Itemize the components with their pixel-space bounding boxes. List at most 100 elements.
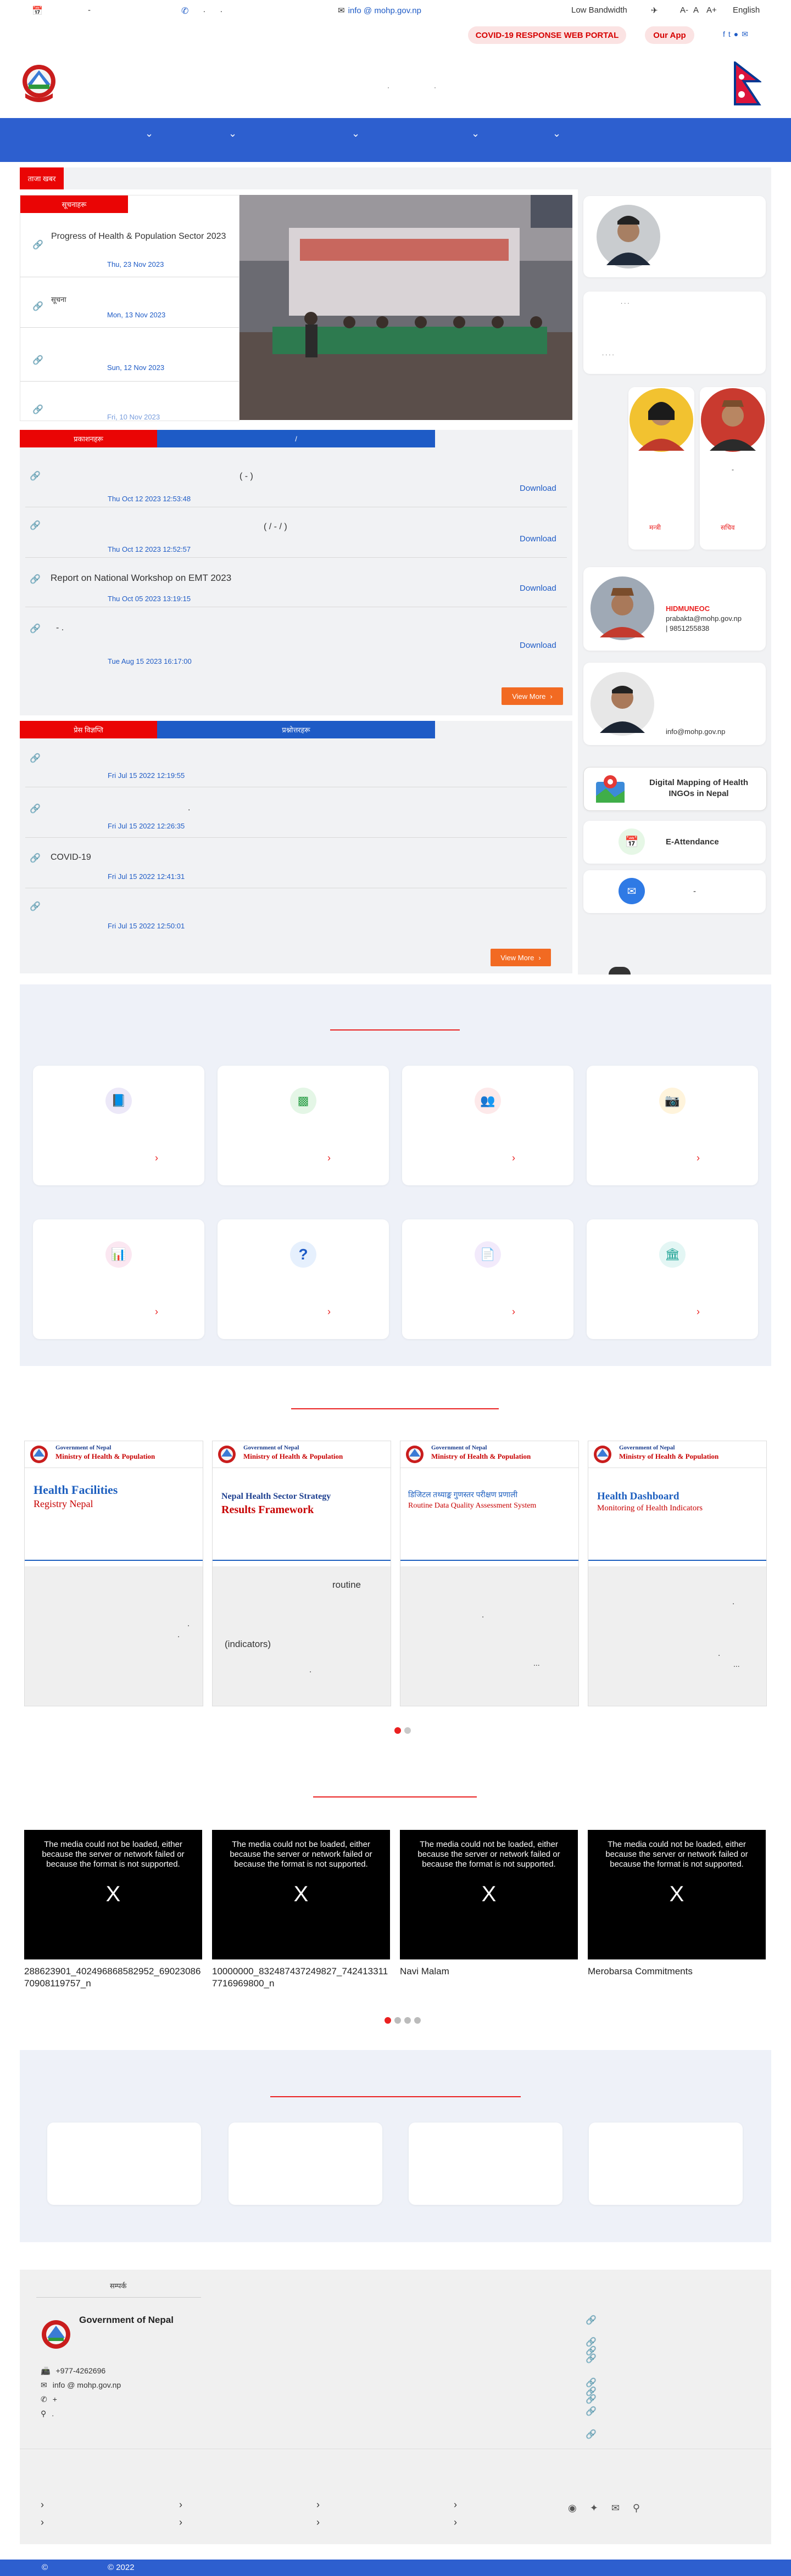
mail-link[interactable]: ✉ -: [583, 870, 766, 913]
footer-link-icon[interactable]: 🔗: [586, 2429, 597, 2440]
font-decrease-button[interactable]: A-: [680, 5, 688, 15]
video-title[interactable]: Merobarsa Commitments: [588, 1965, 766, 1978]
publications-tab[interactable]: प्रकाशनहरू: [20, 430, 157, 447]
footer-nav-chevron[interactable]: ›: [41, 2517, 44, 2528]
carousel-dot-active[interactable]: [385, 2017, 391, 2024]
download-link[interactable]: Download: [520, 641, 556, 650]
view-more-button[interactable]: View More ›: [491, 949, 551, 966]
service-card[interactable]: 📄 ›: [402, 1219, 573, 1339]
video-title[interactable]: 288623901_402496868582952_69023086709081…: [24, 1965, 202, 1990]
nav-dropdown-5[interactable]: ⌄: [553, 128, 561, 139]
video-player[interactable]: The media could not be loaded, either be…: [24, 1830, 202, 1959]
nav-dropdown-3[interactable]: ⌄: [352, 128, 360, 139]
footer-nav-chevron[interactable]: ›: [179, 2499, 182, 2511]
screen-reader-icon[interactable]: ✈: [651, 5, 658, 15]
mail-icon[interactable]: ✉: [742, 30, 751, 38]
digital-mapping-link[interactable]: Digital Mapping of Health INGOs in Nepal: [583, 767, 767, 811]
copyright-bar: © © 2022: [0, 2560, 791, 2576]
building-icon: 🏛: [659, 1241, 686, 1268]
download-link[interactable]: Download: [520, 484, 556, 493]
close-icon[interactable]: X: [588, 1882, 766, 1907]
close-icon[interactable]: X: [400, 1882, 578, 1907]
footer-email[interactable]: ✉ info @ mohp.gov.np: [41, 2381, 121, 2390]
reports-tab[interactable]: /: [157, 430, 435, 447]
carousel-dot[interactable]: [414, 2017, 421, 2024]
facebook-icon[interactable]: ◉: [568, 2502, 577, 2514]
language-toggle[interactable]: English: [733, 5, 760, 15]
portal-description: . .: [25, 1566, 203, 1706]
notice-title[interactable]: सूचना: [51, 294, 66, 304]
email-link[interactable]: ✉ info @ mohp.gov.np: [338, 5, 421, 16]
footer-nav-chevron[interactable]: ›: [41, 2499, 44, 2511]
nav-dropdown-2[interactable]: ⌄: [229, 128, 237, 139]
twitter-icon[interactable]: ✦: [590, 2502, 598, 2514]
mail-icon[interactable]: ✉: [611, 2502, 620, 2514]
e-attendance-link[interactable]: 📅 E-Attendance: [583, 821, 766, 864]
video-player[interactable]: The media could not be loaded, either be…: [400, 1830, 578, 1959]
footer-link-icon[interactable]: 🔗: [586, 2315, 597, 2326]
link-card[interactable]: [589, 2123, 743, 2205]
download-link[interactable]: Download: [520, 534, 556, 544]
service-card[interactable]: ? ›: [218, 1219, 389, 1339]
spokesperson-email[interactable]: info@mohp.gov.np: [666, 727, 725, 736]
our-app-button[interactable]: Our App: [645, 26, 694, 44]
video-player[interactable]: The media could not be loaded, either be…: [212, 1830, 390, 1959]
info-officer-email[interactable]: prabakta@mohp.gov.np: [666, 614, 742, 623]
footer-link-icon[interactable]: 🔗: [586, 2406, 597, 2417]
notice-tab[interactable]: सूचनाहरू: [20, 195, 128, 213]
link-card[interactable]: [409, 2123, 562, 2205]
nav-dropdown-1[interactable]: ⌄: [145, 128, 153, 139]
service-card[interactable]: 🏛 ›: [587, 1219, 758, 1339]
link-card[interactable]: [229, 2123, 382, 2205]
location-icon[interactable]: ●: [734, 30, 742, 38]
link-card[interactable]: [47, 2123, 201, 2205]
close-icon[interactable]: X: [24, 1882, 202, 1907]
service-card[interactable]: 📘 ›: [33, 1066, 204, 1185]
video-player[interactable]: The media could not be loaded, either be…: [588, 1830, 766, 1959]
portal-card[interactable]: Government of Nepal Ministry of Health &…: [24, 1441, 203, 1706]
press-title[interactable]: .: [188, 803, 190, 813]
portal-card[interactable]: Government of Nepal Ministry of Health &…: [400, 1441, 579, 1706]
footer-link-icon[interactable]: 🔗: [586, 2353, 597, 2364]
footer-nav-chevron[interactable]: ›: [179, 2517, 182, 2528]
nav-dropdown-4[interactable]: ⌄: [471, 128, 480, 139]
footer-nav-chevron[interactable]: ›: [316, 2499, 320, 2511]
twitter-icon[interactable]: t: [728, 30, 734, 38]
news-ticker: ताजा खबर: [20, 167, 771, 189]
footer-nav-chevron[interactable]: ›: [454, 2517, 457, 2528]
press-release-tab[interactable]: प्रेस विज्ञप्ति: [20, 721, 157, 738]
close-icon[interactable]: X: [212, 1882, 390, 1907]
location-icon[interactable]: ⚲: [633, 2502, 640, 2514]
publication-title[interactable]: - .: [56, 623, 64, 633]
download-link[interactable]: Download: [520, 584, 556, 593]
publication-title[interactable]: Report on National Workshop on EMT 2023: [51, 573, 231, 584]
video-title[interactable]: Navi Malam: [400, 1965, 578, 1978]
service-card[interactable]: ▩ ›: [218, 1066, 389, 1185]
carousel-dot[interactable]: [394, 2017, 401, 2024]
publication-title[interactable]: ( / - / ): [264, 522, 287, 532]
faq-tab[interactable]: प्रश्नोत्तरहरू: [157, 721, 435, 738]
partial-icon: [609, 967, 631, 975]
press-title[interactable]: COVID-19: [51, 853, 91, 863]
footer-nav-chevron[interactable]: ›: [316, 2517, 320, 2528]
low-bandwidth-button[interactable]: Low Bandwidth: [571, 5, 627, 15]
facebook-icon[interactable]: f: [723, 30, 728, 38]
notice-title[interactable]: Progress of Health & Population Sector 2…: [51, 231, 227, 243]
carousel-dot[interactable]: [404, 1727, 411, 1734]
footer-link-icon[interactable]: 🔗: [586, 2394, 597, 2405]
video-title[interactable]: 10000000_832487437249827_742413311771696…: [212, 1965, 390, 1990]
service-card[interactable]: 📊 ›: [33, 1219, 204, 1339]
portal-card[interactable]: Government of Nepal Ministry of Health &…: [212, 1441, 391, 1706]
view-more-button[interactable]: View More ›: [502, 687, 563, 705]
publication-title[interactable]: ( - ): [239, 472, 253, 481]
carousel-dot[interactable]: [404, 2017, 411, 2024]
covid-portal-button[interactable]: COVID-19 RESPONSE WEB PORTAL: [468, 26, 626, 44]
service-card[interactable]: 👥 ›: [402, 1066, 573, 1185]
low-bandwidth-label: Low Bandwidth: [571, 5, 627, 15]
footer-nav-chevron[interactable]: ›: [454, 2499, 457, 2511]
portal-card[interactable]: Government of Nepal Ministry of Health &…: [588, 1441, 767, 1706]
service-card[interactable]: 📷 ›: [587, 1066, 758, 1185]
font-reset-button[interactable]: A: [693, 5, 699, 15]
font-increase-button[interactable]: A+: [706, 5, 717, 15]
carousel-dot-active[interactable]: [394, 1727, 401, 1734]
